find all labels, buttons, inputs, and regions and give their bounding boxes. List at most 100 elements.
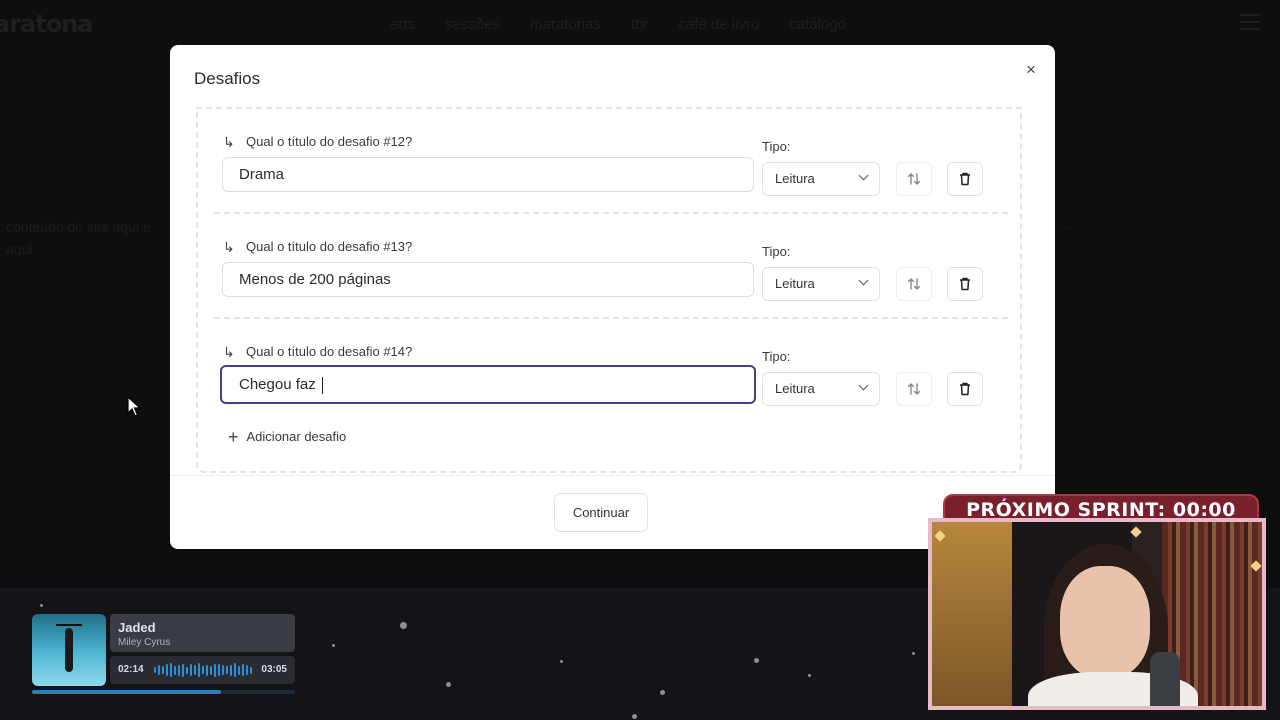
add-challenge-button[interactable]: + Adicionar desafio xyxy=(228,426,347,447)
plus-icon: + xyxy=(228,426,239,447)
waveform-bar xyxy=(186,666,188,674)
waveform-bar xyxy=(158,665,160,675)
reply-arrow-icon: ↳ xyxy=(223,344,235,360)
background-text: conteúdo do site aqui e aqui xyxy=(6,219,151,257)
reply-arrow-icon: ↳ xyxy=(223,134,235,150)
type-select[interactable]: Leitura xyxy=(762,162,880,196)
star-decoration xyxy=(632,714,637,719)
waveform-bar xyxy=(178,664,180,676)
nav-item: tbr xyxy=(630,16,649,33)
nav-item: arts xyxy=(390,16,416,33)
sort-arrows-icon xyxy=(907,278,921,290)
nav-item: sessões xyxy=(445,16,501,33)
trash-icon xyxy=(960,277,970,291)
trash-icon xyxy=(960,382,970,396)
challenge-title-input[interactable]: Drama xyxy=(222,157,754,192)
type-select-value: Leitura xyxy=(775,171,815,186)
challenge-question: Qual o título do desafio #13? xyxy=(246,239,413,254)
type-label: Tipo: xyxy=(762,139,791,154)
delete-button[interactable] xyxy=(947,162,983,196)
type-label: Tipo: xyxy=(762,244,791,259)
challenges-modal: Desafios × ↳ Qual o título do desafio #1… xyxy=(170,45,1055,549)
waveform-bar xyxy=(206,664,208,676)
waveform-bar xyxy=(166,664,168,676)
reorder-button[interactable] xyxy=(896,372,932,406)
waveform-bar xyxy=(234,663,236,677)
album-art-detail xyxy=(56,624,82,626)
sort-arrows-icon xyxy=(907,383,921,395)
challenges-list[interactable]: ↳ Qual o título do desafio #12? Tipo: Dr… xyxy=(196,107,1022,473)
modal-title: Desafios xyxy=(194,69,261,88)
divider xyxy=(214,317,1008,319)
chevron-down-icon xyxy=(858,170,869,181)
type-label: Tipo: xyxy=(762,349,791,364)
challenge-question: Qual o título do desafio #12? xyxy=(246,134,413,149)
reply-arrow-icon: ↳ xyxy=(223,239,235,255)
add-challenge-label: Adicionar desafio xyxy=(246,429,347,444)
album-cover xyxy=(32,614,106,686)
waveform-bar xyxy=(226,666,228,674)
divider xyxy=(214,212,1008,214)
track-title: Jaded xyxy=(118,620,156,635)
background-text: ... xyxy=(1060,216,1072,232)
challenge-title-input-focused[interactable]: Chegou faz xyxy=(220,365,756,404)
chevron-down-icon xyxy=(858,380,869,391)
mouse-cursor-icon xyxy=(127,396,141,417)
nav-item: catálogo xyxy=(789,16,847,33)
waveform-bar xyxy=(154,667,156,673)
type-select[interactable]: Leitura xyxy=(762,372,880,406)
waveform-bar xyxy=(250,666,252,674)
star-decoration xyxy=(400,622,407,629)
waveform-bar xyxy=(202,666,204,674)
star-decoration xyxy=(560,660,563,663)
nav-item: café de livro xyxy=(678,16,760,33)
cam-person-face xyxy=(1060,566,1150,678)
waveform-bar xyxy=(218,664,220,676)
music-player: Jaded Miley Cyrus 02:14 03:05 xyxy=(32,612,296,696)
track-info: Jaded Miley Cyrus xyxy=(110,614,295,652)
background-nav: arts sessões maratonas tbr café de livro… xyxy=(390,16,846,33)
challenge-question: Qual o título do desafio #14? xyxy=(246,344,413,359)
waveform-bar xyxy=(170,663,172,677)
continue-button[interactable]: Continuar xyxy=(554,493,648,532)
current-time: 02:14 xyxy=(118,664,144,675)
site-logo: aratona xyxy=(0,10,93,38)
webcam-feed xyxy=(928,518,1266,710)
nav-item: maratonas xyxy=(530,16,601,33)
star-decoration xyxy=(912,652,915,655)
trash-icon xyxy=(960,172,970,186)
close-icon[interactable]: × xyxy=(1022,61,1040,79)
delete-button[interactable] xyxy=(947,267,983,301)
waveform-bar xyxy=(194,665,196,675)
waveform-bar xyxy=(198,663,200,677)
delete-button[interactable] xyxy=(947,372,983,406)
waveform-bar xyxy=(174,665,176,675)
waveform-bar xyxy=(190,664,192,676)
waveform-bar xyxy=(214,663,216,677)
menu-icon xyxy=(1240,14,1260,30)
waveform-bar xyxy=(210,665,212,675)
reorder-button[interactable] xyxy=(896,162,932,196)
input-value: Chegou faz xyxy=(239,376,320,393)
waveform-bar xyxy=(162,666,164,674)
star-decoration xyxy=(754,658,759,663)
modal-footer: Continuar xyxy=(170,475,1055,549)
reorder-button[interactable] xyxy=(896,267,932,301)
star-decoration xyxy=(660,690,665,695)
waveform xyxy=(154,663,252,677)
type-select-value: Leitura xyxy=(775,381,815,396)
type-select[interactable]: Leitura xyxy=(762,267,880,301)
challenge-title-input[interactable]: Menos de 200 páginas xyxy=(222,262,754,297)
track-duration: 03:05 xyxy=(261,664,287,675)
waveform-bar xyxy=(242,664,244,676)
star-decoration xyxy=(40,604,43,607)
waveform-bar xyxy=(182,663,184,677)
microphone xyxy=(1150,652,1180,706)
playback-time: 02:14 03:05 xyxy=(110,656,295,684)
text-caret xyxy=(321,376,323,394)
type-select-value: Leitura xyxy=(775,276,815,291)
track-artist: Miley Cyrus xyxy=(118,637,171,648)
star-decoration xyxy=(1130,526,1142,538)
waveform-bar xyxy=(238,665,240,675)
sort-arrows-icon xyxy=(907,173,921,185)
